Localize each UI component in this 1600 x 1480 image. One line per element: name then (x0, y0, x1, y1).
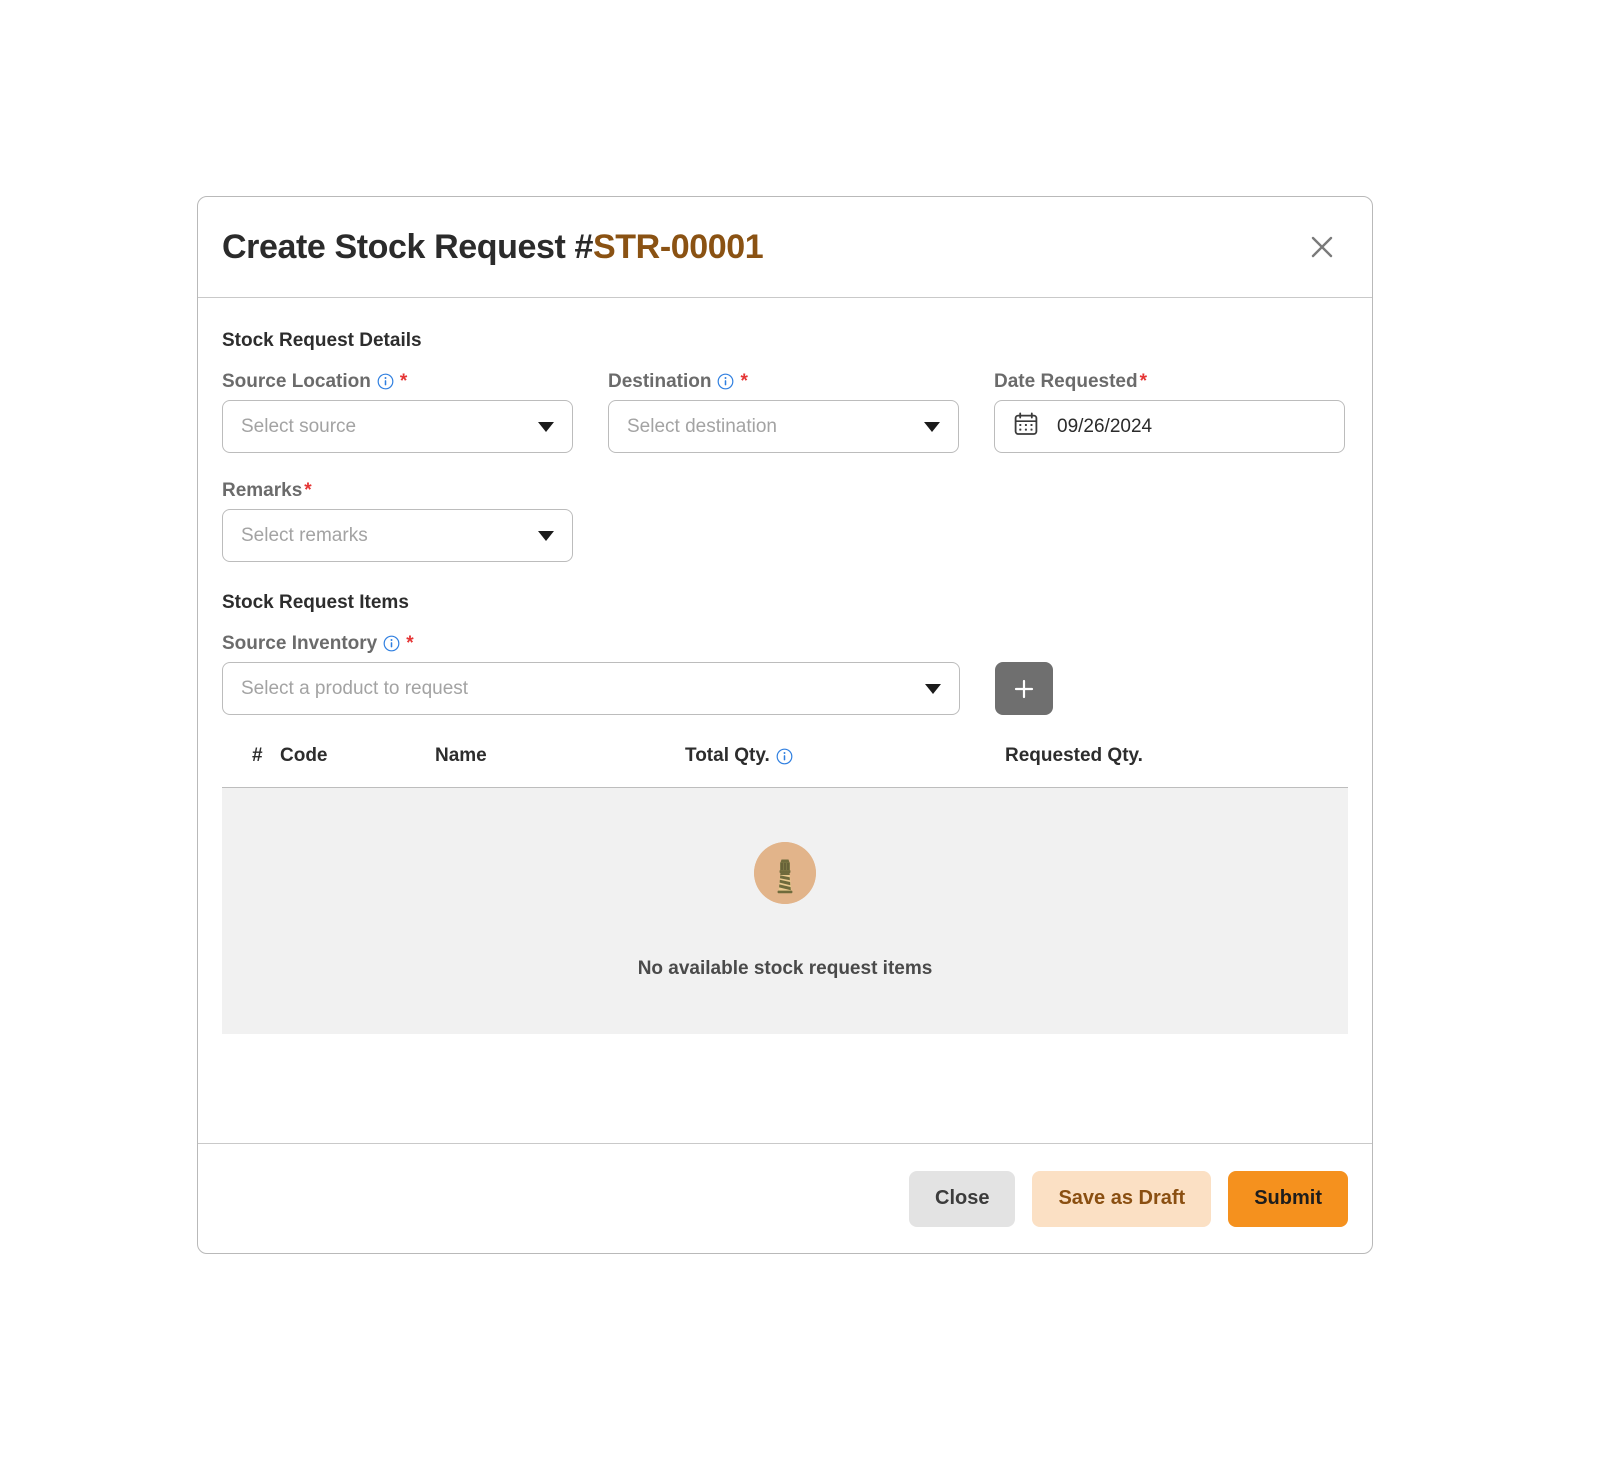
chevron-down-icon (538, 530, 554, 541)
source-inventory-label-text: Source Inventory (222, 633, 378, 654)
modal-header: Create Stock Request #STR-00001 (198, 197, 1372, 298)
stock-request-items-heading: Stock Request Items (222, 592, 409, 613)
empty-state: No available stock request items (222, 788, 1348, 1034)
source-location-field-group: Source Location * Select source (222, 372, 573, 453)
required-asterisk: * (740, 371, 748, 392)
remarks-field-group: Remarks * Select remarks (222, 481, 1348, 562)
info-icon[interactable] (377, 373, 394, 390)
table-header-row: # Code Name Total Qty. Requested Qty. (222, 745, 1348, 788)
lighthouse-icon (754, 842, 816, 904)
save-as-draft-button[interactable]: Save as Draft (1032, 1170, 1212, 1227)
date-requested-label-text: Date Requested (994, 371, 1138, 392)
info-icon[interactable] (383, 635, 400, 652)
calendar-icon (1013, 411, 1039, 442)
remarks-select[interactable]: Select remarks (222, 509, 573, 562)
info-icon[interactable] (717, 373, 734, 390)
date-requested-input[interactable]: 09/26/2024 (994, 400, 1345, 453)
date-requested-value: 09/26/2024 (1057, 415, 1153, 437)
source-inventory-row: Source Inventory * Select a product to r… (222, 634, 1348, 715)
required-asterisk: * (399, 371, 408, 392)
create-stock-request-modal: Create Stock Request #STR-00001 Stock Re… (197, 196, 1373, 1254)
info-icon[interactable] (776, 748, 793, 765)
stock-request-items-table: # Code Name Total Qty. Requested Qty. No… (222, 745, 1348, 1034)
remarks-label: Remarks * (222, 481, 573, 500)
destination-field-group: Destination * Select destination (608, 372, 959, 453)
app-background: Create Stock Request #STR-00001 Stock Re… (0, 0, 1600, 1480)
date-requested-field-group: Date Requested * 09/26/2024 (994, 372, 1345, 453)
destination-label: Destination * (608, 372, 959, 391)
destination-placeholder: Select destination (627, 415, 777, 437)
column-header-total-qty-text: Total Qty. (685, 745, 770, 766)
source-location-placeholder: Select source (241, 415, 357, 437)
chevron-down-icon (924, 421, 940, 432)
source-inventory-label: Source Inventory * (222, 634, 960, 653)
source-inventory-field-group: Source Inventory * Select a product to r… (222, 634, 960, 715)
chevron-down-icon (925, 683, 941, 694)
modal-body: Stock Request Details Source Location * … (198, 298, 1372, 1143)
stock-request-details-heading: Stock Request Details (222, 330, 422, 351)
date-requested-label: Date Requested * (994, 372, 1345, 391)
required-asterisk: * (304, 480, 312, 501)
close-button[interactable] (1305, 230, 1339, 264)
column-header-total-qty: Total Qty. (685, 745, 1005, 767)
empty-state-message: No available stock request items (637, 958, 933, 979)
close-icon (1309, 234, 1335, 260)
stock-request-code: STR-00001 (593, 227, 764, 266)
remarks-label-text: Remarks (222, 480, 303, 501)
column-header-name: Name (435, 745, 487, 766)
modal-title-prefix: Create Stock Request # (222, 227, 594, 266)
column-header-number: # (252, 745, 263, 766)
page-title: Create Stock Request #STR-00001 (222, 227, 764, 267)
add-item-button[interactable] (995, 662, 1053, 715)
required-asterisk: * (1139, 371, 1148, 392)
chevron-down-icon (538, 421, 554, 432)
column-header-code: Code (280, 745, 328, 766)
source-inventory-select[interactable]: Select a product to request (222, 662, 960, 715)
required-asterisk: * (406, 633, 414, 654)
source-location-label-text: Source Location (222, 371, 371, 392)
close-button-footer[interactable]: Close (909, 1170, 1016, 1227)
modal-footer: Close Save as Draft Submit (198, 1143, 1372, 1253)
details-field-row: Source Location * Select source Destinat… (222, 372, 1348, 453)
column-header-requested-qty: Requested Qty. (1005, 745, 1143, 766)
destination-select[interactable]: Select destination (608, 400, 959, 453)
plus-icon (1012, 677, 1036, 701)
source-inventory-placeholder: Select a product to request (241, 677, 469, 699)
source-location-label: Source Location * (222, 372, 573, 391)
destination-label-text: Destination (608, 371, 712, 392)
source-location-select[interactable]: Select source (222, 400, 573, 453)
submit-button[interactable]: Submit (1228, 1170, 1348, 1227)
remarks-placeholder: Select remarks (241, 524, 368, 546)
